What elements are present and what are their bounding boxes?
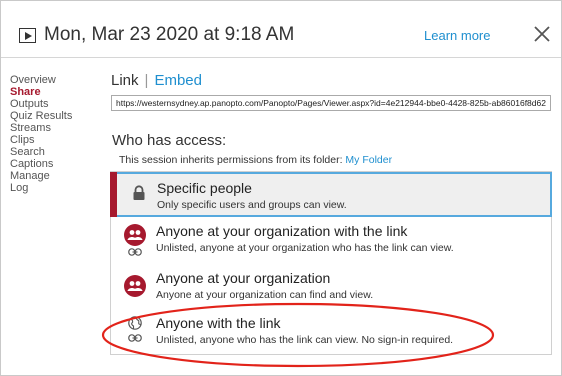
share-dialog: Mon, Mar 23 2020 at 9:18 AM Learn more O… [0,0,562,376]
session-title: Mon, Mar 23 2020 at 9:18 AM [44,24,295,45]
organization-icon [124,275,146,297]
organization-icon [124,224,146,246]
sidebar-item-search[interactable]: Search [10,146,90,158]
tab-separator: | [144,72,149,89]
option-description: Anyone at your organization can find and… [156,289,374,301]
sidebar-item-outputs[interactable]: Outputs [10,98,90,110]
lock-icon [133,185,145,200]
share-tabs: Link | Embed [111,72,202,89]
sidebar-nav: Overview Share Outputs Quiz Results Stre… [10,74,90,194]
sidebar-item-overview[interactable]: Overview [10,74,90,86]
access-option-anyone-with-link[interactable]: Anyone with the link Unlisted, anyone wh… [111,311,551,355]
sidebar-item-log[interactable]: Log [10,182,90,194]
sidebar-item-manage[interactable]: Manage [10,170,90,182]
inherit-text: This session inherits permissions from i… [119,154,343,166]
option-title: Specific people [157,180,252,196]
who-has-access-heading: Who has access: [112,132,227,149]
close-icon[interactable] [533,25,551,43]
play-icon [19,28,36,43]
access-option-org-with-link[interactable]: Anyone at your organization with the lin… [111,219,551,266]
tab-embed[interactable]: Embed [154,72,202,89]
option-title: Anyone at your organization with the lin… [156,223,408,239]
dialog-header: Mon, Mar 23 2020 at 9:18 AM Learn more [1,1,561,58]
inherit-notice: This session inherits permissions from i… [119,154,392,166]
option-description: Unlisted, anyone who has the link can vi… [156,334,454,346]
sidebar-item-quiz-results[interactable]: Quiz Results [10,110,90,122]
globe-icon [128,316,142,330]
access-option-org[interactable]: Anyone at your organization Anyone at yo… [111,268,551,308]
selected-indicator [110,172,117,217]
access-options: Specific people Only specific users and … [110,171,552,355]
link-icon [128,248,142,256]
option-title: Anyone with the link [156,315,281,331]
option-description: Only specific users and groups can view. [157,199,347,211]
sidebar-item-streams[interactable]: Streams [10,122,90,134]
sidebar-item-share[interactable]: Share [10,86,90,98]
sidebar-item-clips[interactable]: Clips [10,134,90,146]
tab-link[interactable]: Link [111,72,139,89]
option-description: Unlisted, anyone at your organization wh… [156,242,454,254]
folder-link[interactable]: My Folder [345,154,392,166]
share-url-field[interactable]: https://westernsydney.ap.panopto.com/Pan… [111,95,551,111]
link-icon [128,334,142,342]
sidebar-item-captions[interactable]: Captions [10,158,90,170]
access-option-specific-people[interactable]: Specific people Only specific users and … [110,172,552,217]
learn-more-link[interactable]: Learn more [424,28,490,43]
option-title: Anyone at your organization [156,270,331,286]
